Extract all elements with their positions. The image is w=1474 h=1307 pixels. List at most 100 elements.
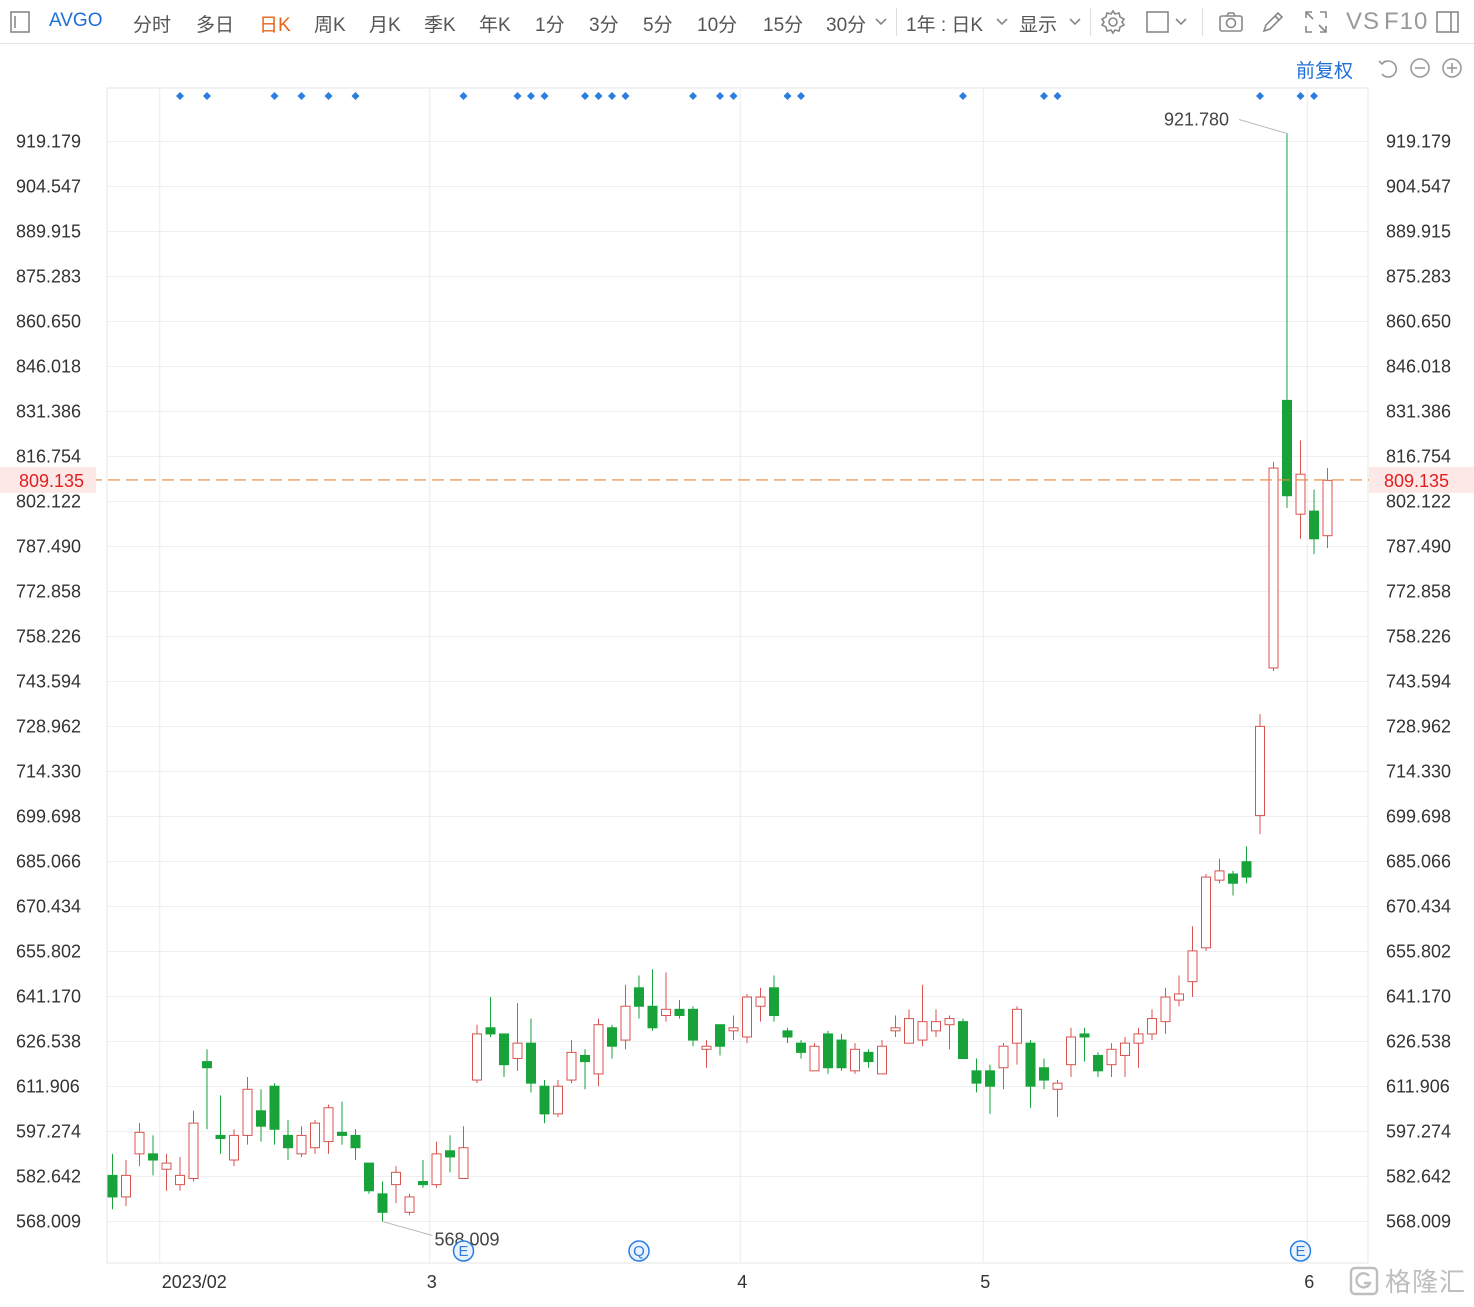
candle-body [458, 1147, 469, 1179]
candle-body [431, 1153, 442, 1186]
y-tick-right: 582.642 [1386, 1166, 1451, 1186]
y-tick-right: 611.906 [1386, 1076, 1450, 1096]
candle-body [526, 1042, 536, 1084]
candle-body [1079, 1033, 1090, 1038]
candle-body [1120, 1042, 1130, 1056]
current-price-label-left: 809.135 [19, 471, 84, 491]
candle-body [566, 1051, 577, 1081]
y-tick-left: 611.906 [16, 1076, 80, 1096]
y-tick-right: 787.490 [1386, 537, 1451, 557]
y-tick-right: 743.594 [1386, 672, 1451, 692]
candle-body [512, 1042, 523, 1060]
candle-body [269, 1085, 280, 1130]
y-tick-right: 685.066 [1386, 851, 1451, 871]
candle-body [377, 1193, 388, 1213]
candle-body [661, 1008, 671, 1016]
y-tick-left: 802.122 [16, 492, 81, 512]
y-tick-left: 670.434 [16, 896, 81, 916]
candle-body [1282, 399, 1292, 497]
candle-body [107, 1174, 118, 1198]
candle-body [121, 1174, 131, 1198]
x-tick-label: 5 [980, 1272, 990, 1292]
y-tick-right: 670.434 [1386, 896, 1451, 916]
y-tick-left: 743.594 [16, 672, 81, 692]
x-tick-label: 2023/02 [162, 1272, 227, 1292]
candle-body [539, 1085, 550, 1115]
candle-body [823, 1033, 833, 1069]
candle-body [283, 1134, 293, 1149]
candle-body [350, 1134, 361, 1149]
candle-body [1201, 876, 1211, 949]
candle-body [202, 1061, 212, 1069]
y-tick-left: 685.066 [16, 851, 81, 871]
candle-body [715, 1024, 725, 1047]
candle-body [1268, 467, 1279, 669]
candle-body [445, 1150, 455, 1158]
candle-body [215, 1134, 226, 1139]
y-tick-right: 919.179 [1386, 132, 1451, 152]
y-tick-right: 728.962 [1386, 716, 1451, 736]
candle-body [809, 1045, 820, 1072]
y-tick-right: 875.283 [1386, 266, 1451, 286]
candle-body [890, 1027, 901, 1032]
y-tick-left: 641.170 [16, 986, 81, 1006]
candle-body [701, 1045, 712, 1050]
candle-body [1052, 1082, 1063, 1090]
candle-body [769, 987, 779, 1016]
candle-body [1228, 873, 1238, 884]
current-price-label-right: 809.135 [1384, 471, 1449, 491]
candle-body [647, 1005, 658, 1029]
candle-body [485, 1027, 496, 1035]
candle-body [134, 1131, 145, 1155]
y-tick-right: 568.009 [1386, 1212, 1451, 1232]
candle-body [931, 1021, 941, 1032]
y-tick-left: 919.179 [16, 132, 81, 152]
y-tick-right: 904.547 [1386, 176, 1451, 196]
candle-body [917, 1021, 928, 1041]
candle-body [755, 996, 766, 1007]
candle-body [242, 1088, 253, 1136]
watermark-logo-icon [1349, 1266, 1379, 1295]
y-tick-left: 875.283 [16, 266, 81, 286]
y-tick-right: 699.698 [1386, 806, 1451, 826]
y-tick-left: 758.226 [16, 627, 81, 647]
y-tick-right: 641.170 [1386, 986, 1451, 1006]
candle-body [499, 1033, 509, 1066]
event-marker-label: Q [633, 1243, 645, 1260]
candle-body [1147, 1018, 1157, 1035]
y-tick-right: 655.802 [1386, 941, 1451, 961]
x-tick-label: 3 [427, 1272, 437, 1292]
candle-body [1025, 1042, 1036, 1087]
candle-body [1066, 1036, 1076, 1066]
candle-body [148, 1153, 158, 1161]
candle-body [256, 1110, 266, 1127]
candle-body [620, 1005, 631, 1041]
y-tick-left: 582.642 [16, 1166, 81, 1186]
candle-body [553, 1085, 563, 1115]
candle-body [1093, 1054, 1103, 1072]
y-tick-left: 889.915 [16, 221, 81, 241]
candle-body [1012, 1008, 1022, 1044]
candle-body [958, 1021, 968, 1060]
y-tick-right: 626.538 [1386, 1031, 1451, 1051]
candle-body [1255, 725, 1265, 817]
candle-body [310, 1122, 320, 1149]
y-tick-left: 816.754 [16, 447, 81, 467]
candle-body [1322, 479, 1333, 537]
y-tick-left: 626.538 [16, 1031, 81, 1051]
candle-body [607, 1027, 617, 1047]
candle-body [337, 1131, 347, 1136]
candle-body [188, 1122, 199, 1179]
y-tick-right: 714.330 [1386, 761, 1451, 781]
candle-body [850, 1048, 860, 1072]
y-tick-right: 831.386 [1386, 402, 1451, 422]
candle-body [323, 1107, 334, 1143]
candle-body [863, 1051, 874, 1063]
candle-body [904, 1018, 914, 1044]
candle-body [1309, 510, 1319, 540]
watermark: 格隆汇 [1349, 1262, 1466, 1299]
max-price-label: 921.780 [1164, 110, 1229, 130]
candle-body [418, 1181, 428, 1186]
candle-body [742, 996, 752, 1038]
candle-body [688, 1008, 698, 1041]
